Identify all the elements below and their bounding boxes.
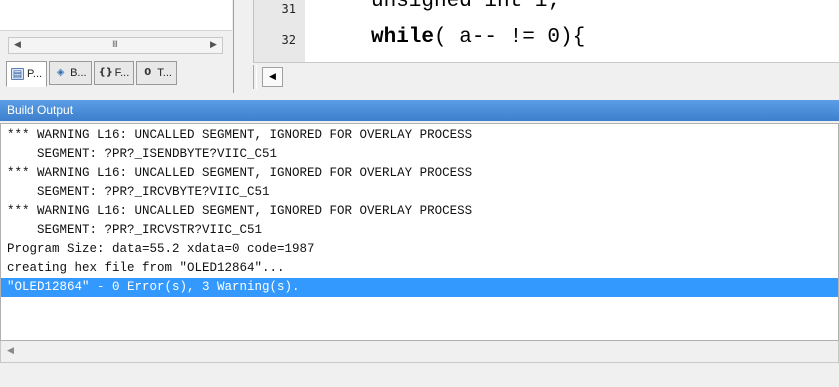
tab-templates[interactable]: 0 T... bbox=[136, 61, 177, 85]
tab-templates-label: T... bbox=[157, 67, 172, 79]
code-rest: ( a-- != 0){ bbox=[434, 26, 586, 49]
templates-icon: 0 bbox=[144, 67, 152, 78]
top-area: ◀ III ▶ ▤ P... ◈ B... {} F... 0 T... 31 bbox=[0, 0, 839, 93]
output-line[interactable]: SEGMENT: ?PR?_ISENDBYTE?VIIC_C51 bbox=[1, 145, 838, 164]
editor-horizontal-scrollbar[interactable]: ◀ bbox=[253, 62, 839, 91]
line-number: 32 bbox=[281, 33, 296, 47]
line-number: 31 bbox=[281, 2, 296, 16]
code-editor[interactable]: unsigned int i; while( a-- != 0){ bbox=[305, 0, 839, 62]
tab-functions[interactable]: {} F... bbox=[93, 61, 135, 85]
functions-icon: {} bbox=[98, 67, 113, 78]
scroll-left-arrow-icon[interactable]: ◀ bbox=[7, 343, 14, 359]
code-line: while( a-- != 0){ bbox=[371, 26, 585, 49]
scroll-grip[interactable]: III bbox=[112, 38, 118, 53]
code-keyword: while bbox=[371, 26, 435, 49]
output-line[interactable]: Program Size: data=55.2 xdata=0 code=198… bbox=[1, 240, 838, 259]
line-number-gutter: 31 32 bbox=[253, 0, 306, 62]
tab-books[interactable]: ◈ B... bbox=[49, 61, 92, 85]
tab-functions-label: F... bbox=[114, 67, 130, 79]
output-line[interactable]: *** WARNING L16: UNCALLED SEGMENT, IGNOR… bbox=[1, 202, 838, 221]
tab-project-label: P... bbox=[27, 68, 43, 80]
output-line[interactable]: *** WARNING L16: UNCALLED SEGMENT, IGNOR… bbox=[1, 126, 838, 145]
scroll-left-arrow-icon[interactable]: ◀ bbox=[262, 67, 283, 87]
project-panel: ◀ III ▶ ▤ P... ◈ B... {} F... 0 T... bbox=[0, 0, 234, 93]
code-line: unsigned int i; bbox=[371, 0, 561, 13]
scroll-left-arrow-icon[interactable]: ◀ bbox=[9, 38, 26, 53]
output-line[interactable]: SEGMENT: ?PR?_IRCVSTR?VIIC_C51 bbox=[1, 221, 838, 240]
project-icon: ▤ bbox=[11, 68, 24, 80]
tab-books-label: B... bbox=[70, 67, 87, 79]
project-tabs: ▤ P... ◈ B... {} F... 0 T... bbox=[6, 61, 177, 87]
output-line-selected[interactable]: "OLED12864" - 0 Error(s), 3 Warning(s). bbox=[1, 278, 838, 297]
build-output-title: Build Output bbox=[0, 100, 839, 121]
output-line[interactable]: creating hex file from "OLED12864"... bbox=[1, 259, 838, 278]
project-horizontal-scrollbar[interactable]: ◀ III ▶ bbox=[8, 37, 223, 54]
output-line[interactable]: *** WARNING L16: UNCALLED SEGMENT, IGNOR… bbox=[1, 164, 838, 183]
output-horizontal-scrollbar[interactable]: ◀ bbox=[0, 341, 839, 363]
scrollbar-separator bbox=[253, 65, 257, 89]
scroll-right-arrow-icon[interactable]: ▶ bbox=[205, 38, 222, 53]
project-tree-area[interactable] bbox=[0, 0, 232, 31]
build-output-panel[interactable]: *** WARNING L16: UNCALLED SEGMENT, IGNOR… bbox=[0, 123, 839, 341]
tab-project[interactable]: ▤ P... bbox=[6, 61, 48, 87]
output-line[interactable]: SEGMENT: ?PR?_IRCVBYTE?VIIC_C51 bbox=[1, 183, 838, 202]
books-icon: ◈ bbox=[56, 67, 65, 78]
